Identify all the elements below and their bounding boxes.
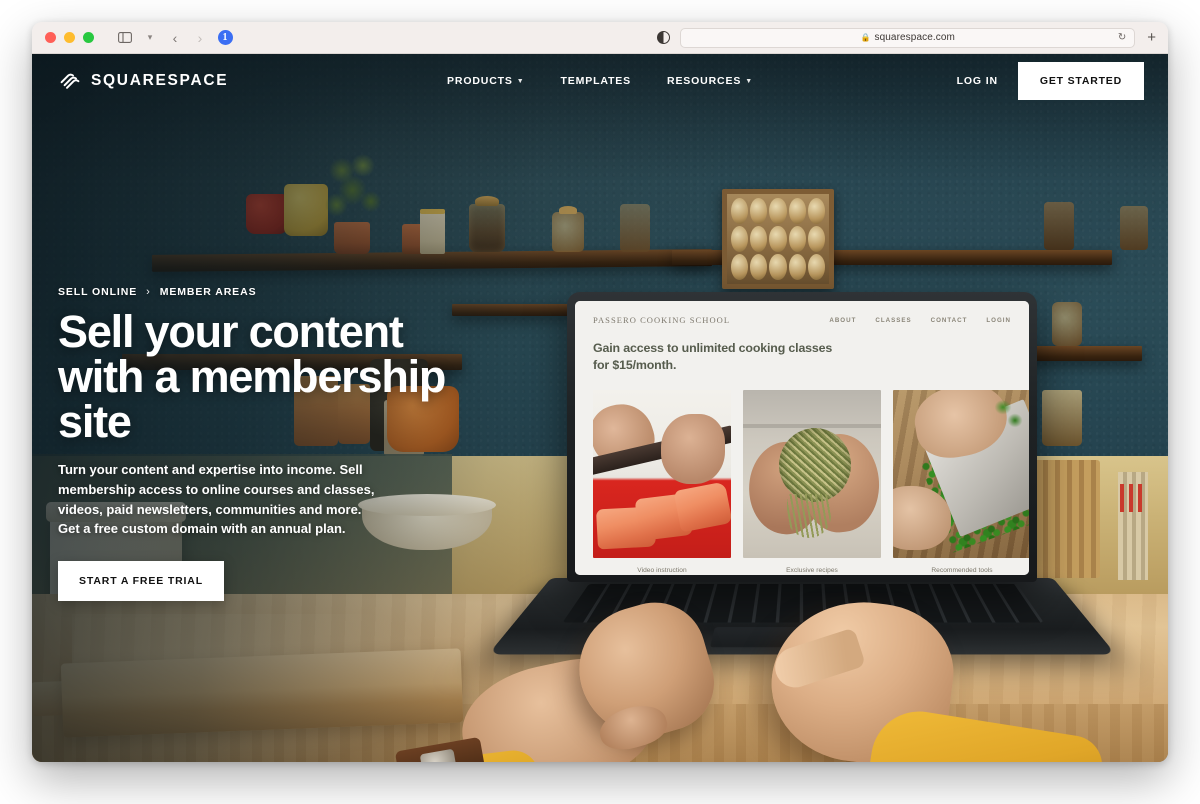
- breadcrumb-parent[interactable]: SELL ONLINE: [58, 286, 137, 298]
- demo-card[interactable]: Recommended tools: [893, 390, 1029, 574]
- maximize-window-button[interactable]: [83, 32, 94, 43]
- demo-site-header: PASSERO COOKING SCHOOL ABOUT CLASSES CON…: [575, 301, 1029, 325]
- extension-icon[interactable]: 1: [214, 27, 236, 49]
- salmon-photo: [593, 390, 731, 558]
- extension-badge: 1: [217, 30, 233, 45]
- laptop-lid: PASSERO COOKING SCHOOL ABOUT CLASSES CON…: [567, 292, 1037, 582]
- new-tab-button[interactable]: +: [1147, 30, 1156, 45]
- window-traffic-lights: [32, 32, 94, 43]
- nav-label: TEMPLATES: [560, 75, 632, 87]
- demo-card-caption: Exclusive recipes: [786, 567, 838, 574]
- demo-site-brand: PASSERO COOKING SCHOOL: [593, 315, 731, 325]
- demo-site-headline: Gain access to unlimited cooking classes…: [593, 341, 833, 372]
- close-window-button[interactable]: [45, 32, 56, 43]
- page-title: Sell your content with a membership site: [58, 306, 446, 447]
- demo-card[interactable]: Video instruction: [593, 390, 731, 574]
- sidebar-icon[interactable]: [114, 27, 136, 49]
- back-button[interactable]: ‹: [164, 27, 186, 49]
- site-header: SQUARESPACE PRODUCTS ▼ TEMPLATES RESOURC…: [32, 54, 1168, 108]
- laptop-screen: PASSERO COOKING SCHOOL ABOUT CLASSES CON…: [575, 301, 1029, 575]
- demo-card[interactable]: Exclusive recipes: [743, 390, 881, 574]
- demo-nav-contact[interactable]: CONTACT: [931, 317, 968, 324]
- pasta-photo: [743, 390, 881, 558]
- nav-label: RESOURCES: [667, 75, 742, 87]
- login-link[interactable]: LOG IN: [957, 75, 998, 87]
- browser-toolbar: ▾ ‹ › 1 🔒 squarespace.com ↻ +: [32, 22, 1168, 54]
- browser-window: ▾ ‹ › 1 🔒 squarespace.com ↻ + PASSERO CO…: [32, 22, 1168, 762]
- address-bar-content: 🔒 squarespace.com: [861, 32, 955, 43]
- demo-site-nav: ABOUT CLASSES CONTACT LOGIN: [829, 317, 1011, 324]
- reader-view-icon[interactable]: [657, 31, 671, 44]
- toolbar-nav-group: ▾ ‹ › 1: [94, 27, 236, 49]
- squarespace-logo-icon: [58, 69, 82, 93]
- demo-card-caption: Recommended tools: [931, 567, 993, 574]
- chevron-down-icon: ▼: [745, 77, 753, 85]
- reload-icon[interactable]: ↻: [1118, 32, 1126, 43]
- squarespace-logo[interactable]: SQUARESPACE: [58, 69, 228, 93]
- forward-button[interactable]: ›: [189, 27, 211, 49]
- lock-icon: 🔒: [860, 32, 871, 42]
- demo-site: PASSERO COOKING SCHOOL ABOUT CLASSES CON…: [575, 301, 1029, 575]
- herbs-photo: [893, 390, 1029, 558]
- address-bar[interactable]: 🔒 squarespace.com ↻: [680, 27, 1136, 48]
- header-actions: LOG IN GET STARTED: [957, 62, 1144, 100]
- start-free-trial-button[interactable]: START A FREE TRIAL: [58, 561, 224, 601]
- demo-site-card-grid: Video instruction Exclusive recipes Reco…: [593, 390, 1029, 574]
- nav-item-products[interactable]: PRODUCTS ▼: [447, 75, 525, 87]
- nav-item-templates[interactable]: TEMPLATES: [561, 75, 631, 87]
- breadcrumb-separator-icon: ›: [146, 286, 151, 298]
- breadcrumb: SELL ONLINE › MEMBER AREAS: [58, 286, 488, 298]
- get-started-button[interactable]: GET STARTED: [1017, 62, 1144, 100]
- url-text: squarespace.com: [874, 32, 955, 43]
- toolbar-right-group: 🔒 squarespace.com ↻ +: [657, 27, 1168, 48]
- nav-label: PRODUCTS: [447, 75, 513, 87]
- minimize-window-button[interactable]: [64, 32, 75, 43]
- breadcrumb-current: MEMBER AREAS: [159, 286, 257, 298]
- demo-nav-login[interactable]: LOGIN: [986, 317, 1011, 324]
- demo-nav-classes[interactable]: CLASSES: [875, 317, 911, 324]
- chevron-down-icon[interactable]: ▾: [139, 27, 161, 49]
- chevron-down-icon: ▼: [516, 77, 525, 85]
- demo-card-caption: Video instruction: [637, 567, 687, 574]
- demo-nav-about[interactable]: ABOUT: [829, 317, 856, 324]
- squarespace-logo-text: SQUARESPACE: [91, 72, 229, 89]
- hero-copy: SELL ONLINE › MEMBER AREAS Sell your con…: [58, 286, 488, 601]
- hero-subtitle: Turn your content and expertise into inc…: [58, 462, 375, 537]
- page-viewport: PASSERO COOKING SCHOOL ABOUT CLASSES CON…: [32, 54, 1168, 762]
- nav-item-resources[interactable]: RESOURCES ▼: [667, 75, 753, 87]
